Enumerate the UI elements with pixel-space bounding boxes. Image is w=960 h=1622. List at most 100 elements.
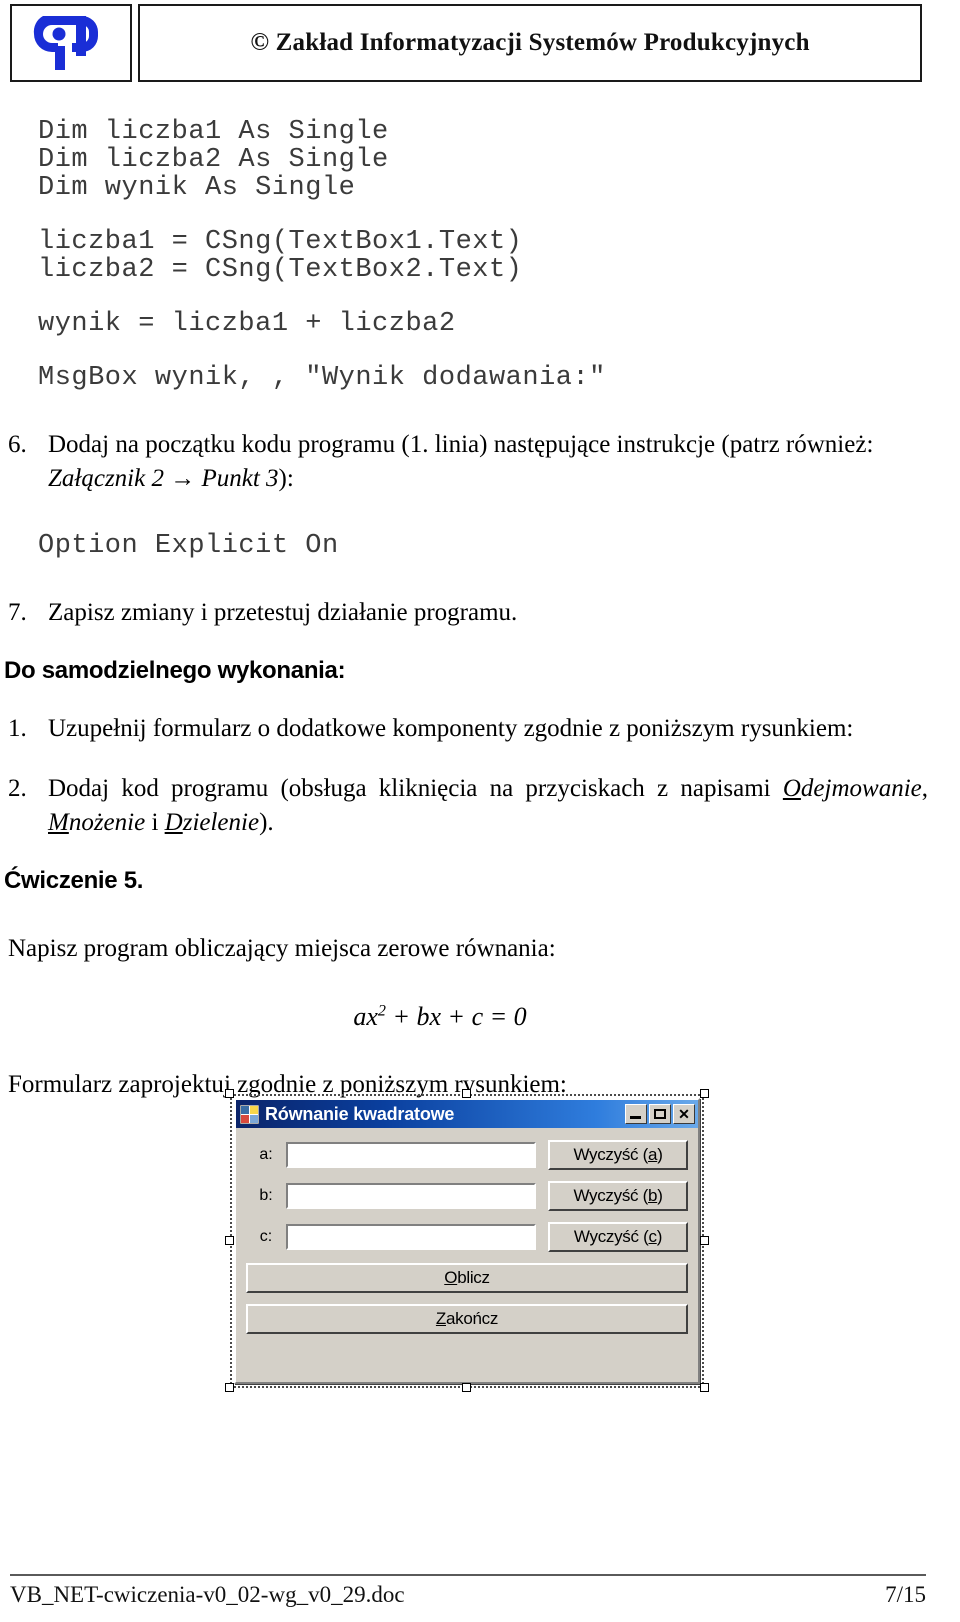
list-marker: 7. [8,599,27,626]
dialog-body: a: Wyczyść (a) b: Wyczyść (b) c: Wyczyść… [236,1128,698,1355]
item-s2-tail: ). [259,809,274,836]
list-item-text: Zapisz zmiany i przetestuj działanie pro… [48,599,518,626]
maximize-icon[interactable] [649,1104,671,1124]
list-item-self-1: 1. Uzupełnij formularz o dodatkowe kompo… [0,712,960,746]
resize-handle-nw[interactable] [225,1089,234,1098]
code-line: Dim liczba1 As Single [38,117,389,147]
field-row-c: c: Wyczyść (c) [246,1222,688,1252]
list-marker: 2. [8,775,27,802]
list-item-6: 6. Dodaj na początku kodu programu (1. l… [0,428,960,496]
item6-ref-2: Punkt 3 [201,465,279,492]
dialog-titlebar[interactable]: Równanie kwadratowe ✕ [236,1100,698,1128]
separator: , [921,775,928,802]
resize-handle-ne[interactable] [700,1089,709,1098]
list-item-self-2: 2. Dodaj kod programu (obsługa kliknięci… [0,772,960,840]
mnemonic-letter: c [648,1227,658,1246]
code-line-msgbox: MsgBox wynik, , "Wynik dodawania:" [38,363,606,393]
quit-button[interactable]: Zakończ [246,1304,688,1334]
code-line: Dim liczba2 As Single [38,145,389,175]
clear-b-button[interactable]: Wyczyść (b) [548,1181,688,1211]
separator: i [145,809,165,836]
page-footer: VB_NET-cwiczenia-v0_02-wg_v0_29.doc 7/15 [10,1574,926,1608]
label-a: a: [259,1146,273,1163]
exercise-intro: Napisz program obliczający miejsca zerow… [8,935,556,962]
minimize-icon[interactable] [625,1104,647,1124]
resize-handle-sw[interactable] [225,1383,234,1392]
eq-plus-2: + [441,1002,472,1031]
footer-divider [10,1574,926,1576]
resize-handle-n[interactable] [462,1089,471,1098]
list-marker: 6. [8,431,27,458]
close-icon[interactable]: ✕ [673,1104,695,1124]
label-b: b: [259,1187,273,1204]
resize-handle-se[interactable] [700,1383,709,1392]
footer-row: VB_NET-cwiczenia-v0_02-wg_v0_29.doc 7/15 [10,1582,926,1608]
footer-page-number: 7/15 [885,1582,926,1607]
footer-filename: VB_NET-cwiczenia-v0_02-wg_v0_29.doc [10,1582,405,1607]
code-line: liczba2 = CSng(TextBox2.Text) [38,255,523,285]
page-title: © Zakład Informatyzacji Systemów Produkc… [250,29,810,56]
item6-tail: ): [278,465,294,492]
input-b[interactable] [286,1183,536,1209]
arrow-glyph: → [170,465,196,492]
clear-c-button[interactable]: Wyczyść (c) [548,1222,688,1252]
code-line: liczba1 = CSng(TextBox1.Text) [38,227,523,257]
quadratic-equation: ax2 + bx + c = 0 [0,1002,960,1032]
eq-term-c: c [471,1002,484,1031]
eq-term-b: bx [416,1002,442,1031]
mnemonic-letter: D [164,809,183,836]
word-odejmowanie: dejmowanie [800,775,922,802]
word-dzielenie: zielenie [182,809,260,836]
resize-handle-s[interactable] [462,1383,471,1392]
eq-zero: 0 [513,1002,527,1031]
logo-cell [10,4,132,82]
window-controls: ✕ [625,1104,695,1124]
field-row-b: b: Wyczyść (b) [246,1181,688,1211]
mnemonic-letter: M [48,809,69,836]
dialog-window: Równanie kwadratowe ✕ a: Wyczyść (a) b: … [234,1098,700,1384]
resize-handle-w[interactable] [225,1236,234,1245]
compute-button[interactable]: Oblicz [246,1263,688,1293]
eq-term-a: ax [353,1002,378,1031]
list-item-text: Uzupełnij formularz o dodatkowe komponen… [48,715,854,742]
item6-text-a: Dodaj na początku kodu programu (1. lini… [48,431,874,458]
vb-form-icon [239,1104,260,1124]
code-line-sum: wynik = liczba1 + liczba2 [38,309,456,339]
zis-logo-icon [29,12,113,74]
mnemonic-letter: a [648,1145,658,1164]
form-designer-preview: Równanie kwadratowe ✕ a: Wyczyść (a) b: … [222,1086,712,1396]
section-heading-self-study: Do samodzielnego wykonania: [4,657,346,684]
eq-plus-1: + [385,1002,417,1031]
header-title-cell: © Zakład Informatyzacji Systemów Produkc… [138,4,922,82]
code-block-assignments: liczba1 = CSng(TextBox1.Text) liczba2 = … [0,228,960,284]
list-marker: 1. [8,715,27,742]
input-c[interactable] [286,1224,536,1250]
word-mnozenie: nożenie [68,809,146,836]
item-s2-text-a: Dodaj kod programu (obsługa kliknięcia n… [48,775,783,802]
code-line-option-explicit: Option Explicit On [38,531,339,561]
mnemonic-letter: Z [435,1309,446,1328]
code-line: Dim wynik As Single [38,173,356,203]
resize-handle-e[interactable] [700,1236,709,1245]
document-content: Dim liczba1 As Single Dim liczba2 As Sin… [0,118,960,1102]
exercise-heading: Ćwiczenie 5. [4,867,144,894]
list-item-7: 7. Zapisz zmiany i przetestuj działanie … [0,596,960,630]
field-row-a: a: Wyczyść (a) [246,1140,688,1170]
clear-a-button[interactable]: Wyczyść (a) [548,1140,688,1170]
item6-ref-1: Załącznik 2 [48,465,164,492]
input-a[interactable] [286,1142,536,1168]
eq-exponent: 2 [377,1002,386,1020]
